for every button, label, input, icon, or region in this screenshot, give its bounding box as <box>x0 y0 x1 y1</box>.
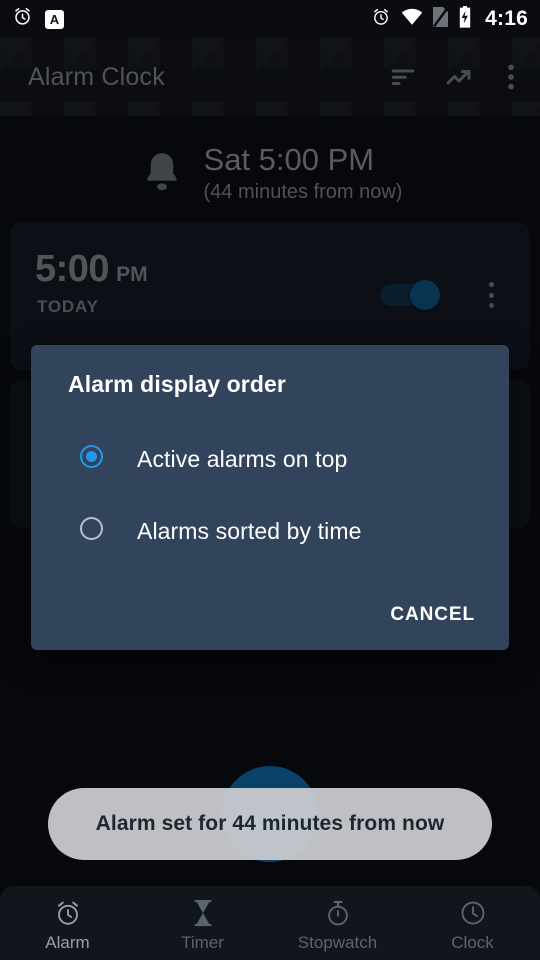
status-bar: A 4:16 <box>0 0 540 38</box>
nav-tab-label: Stopwatch <box>297 932 378 952</box>
hourglass-icon <box>188 898 218 928</box>
app-notification-badge: A <box>45 9 64 29</box>
status-bar-clock: 4:16 <box>485 7 528 30</box>
app-screen: A 4:16 Alarm Clock Sat 5:00 PM (44 minut… <box>0 0 540 960</box>
toast-notification: Alarm set for 44 minutes from now <box>48 788 492 860</box>
nav-tab-stopwatch[interactable]: Stopwatch <box>270 886 405 960</box>
battery-charging-icon <box>458 5 472 33</box>
alarm-icon <box>371 7 391 32</box>
dialog-actions: CANCEL <box>31 598 509 632</box>
alarm-icon <box>12 6 33 32</box>
radio-option-label: Active alarms on top <box>137 445 348 472</box>
alarm-display-order-dialog: Alarm display order Active alarms on top… <box>31 345 509 650</box>
stopwatch-icon <box>323 898 353 928</box>
wifi-icon <box>401 8 423 31</box>
dialog-title: Alarm display order <box>68 371 286 397</box>
clock-icon <box>458 898 488 928</box>
radio-button-selected[interactable] <box>76 441 112 477</box>
nav-tab-label: Timer <box>181 932 224 952</box>
cancel-button[interactable]: CANCEL <box>380 598 485 632</box>
alarm-clock-icon <box>53 898 83 928</box>
radio-ring <box>80 517 103 540</box>
status-bar-right-icons: 4:16 <box>371 5 540 33</box>
nav-tab-clock[interactable]: Clock <box>405 886 540 960</box>
nav-tab-label: Clock <box>451 932 494 952</box>
nav-tab-label: Alarm <box>45 932 90 952</box>
radio-button-unselected[interactable] <box>76 513 112 549</box>
nav-tab-timer[interactable]: Timer <box>135 886 270 960</box>
no-sim-icon <box>433 6 449 32</box>
radio-option-alarms-sorted-by-time[interactable]: Alarms sorted by time <box>55 505 485 557</box>
radio-option-active-alarms-on-top[interactable]: Active alarms on top <box>55 433 485 485</box>
radio-option-label: Alarms sorted by time <box>137 517 362 544</box>
toast-message: Alarm set for 44 minutes from now <box>95 812 445 835</box>
radio-dot <box>86 451 97 462</box>
bottom-navigation-bar: Alarm Timer Stopwatch Clock <box>0 886 540 960</box>
nav-tab-alarm[interactable]: Alarm <box>0 886 135 960</box>
status-bar-left-icons: A <box>0 6 64 32</box>
